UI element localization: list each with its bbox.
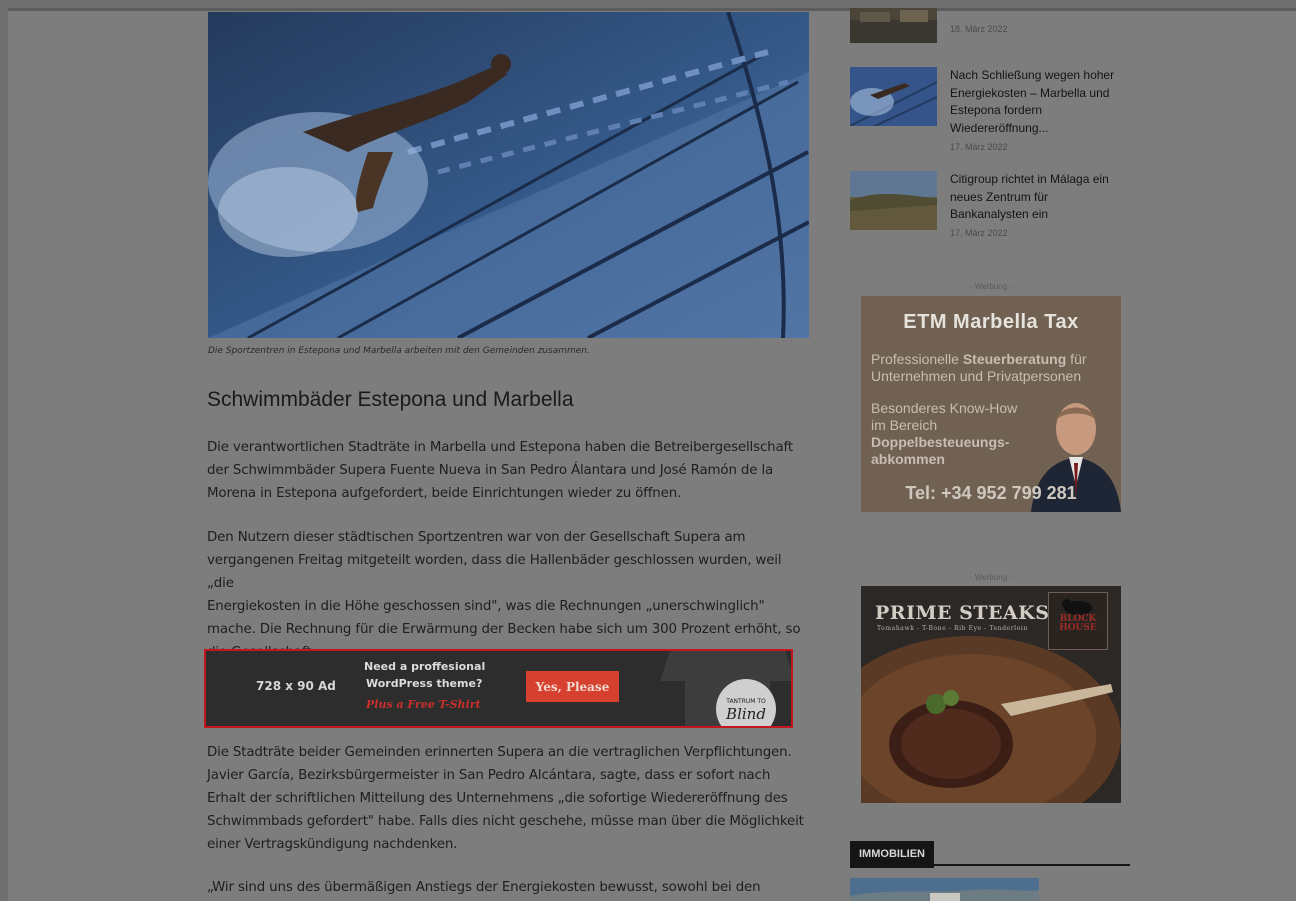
sidebar-thumbnail[interactable]	[850, 171, 937, 230]
etm-ad-line: Doppelbesteueungs-	[871, 434, 1010, 450]
tshirt-graphic: TANTRUM TO Blind	[660, 651, 791, 726]
sidebar-article-title[interactable]: Nach Schließung wegen hoher Energiekoste…	[950, 67, 1130, 137]
sidebar-article[interactable]: Nach Schließung wegen hoher Energiekoste…	[850, 67, 1140, 157]
article-paragraph: Die Stadträte beider Gemeinden erinnerte…	[207, 741, 812, 856]
ad-headline: Need a proffesional	[364, 660, 486, 673]
block-house-text: BLOCK HOUSE	[1059, 614, 1097, 633]
etm-ad-line: im Bereich	[871, 417, 938, 433]
paragraph-line: Die verantwortlichen Stadträte in Marbel…	[207, 440, 793, 455]
steaks-ad-title: PRIME STEAKS	[875, 602, 1050, 624]
etm-ad-line: Besonderes Know-How	[871, 400, 1018, 416]
sidebar-date: 17. März 2022	[950, 142, 1008, 152]
etm-ad-line: Professionelle Steuerberatung für	[871, 351, 1087, 367]
steaks-ad-subtitle: Tomahawk - T-Bone - Rib Eye - Tenderloin	[877, 625, 1028, 632]
sidebar-thumbnail[interactable]	[850, 67, 937, 126]
paragraph-line: Schwimmbads gefordert" habe. Falls dies …	[207, 814, 804, 829]
article-heading: Schwimmbäder Estepona und Marbella	[207, 388, 574, 411]
sidebar-article-title[interactable]: Citigroup richtet in Málaga ein neues Ze…	[950, 171, 1130, 224]
image-caption: Die Sportzentren in Estepona und Marbell…	[208, 346, 590, 356]
etm-ad-line: Unternehmen und Privatpersonen	[871, 368, 1082, 384]
sidebar-article[interactable]: Citigroup richtet in Málaga ein neues Ze…	[850, 171, 1140, 241]
paragraph-line: Erhalt der schriftlichen Mitteilung des …	[207, 791, 788, 806]
article-hero-image	[208, 12, 809, 338]
ad-banner[interactable]: 728 x 90 Ad Need a proffesional WordPres…	[204, 649, 793, 728]
etm-ad-title: ETM Marbella Tax	[903, 311, 1079, 333]
etm-ad-phone: Tel: +34 952 799 281	[905, 483, 1077, 503]
article-paragraph: „Wir sind uns des übermäßigen Anstiegs d…	[207, 876, 812, 899]
sidebar-thumbnail[interactable]	[850, 8, 937, 43]
block-house-logo: BLOCK HOUSE	[1048, 592, 1108, 650]
paragraph-line: Energiekosten in die Höhe geschossen sin…	[207, 599, 765, 614]
prime-steaks-ad[interactable]: PRIME STEAKS Tomahawk - T-Bone - Rib Eye…	[861, 586, 1121, 803]
etm-ad[interactable]: ETM Marbella Tax Professionelle Steuerbe…	[861, 296, 1121, 512]
paragraph-line: Morena in Estepona aufgefordert, beide E…	[207, 486, 682, 501]
article-paragraph: Den Nutzern dieser städtischen Sportzent…	[207, 526, 812, 664]
paragraph-line: „Wir sind uns des übermäßigen Anstiegs d…	[207, 880, 761, 895]
shirt-script: Blind	[725, 705, 766, 723]
ad-label: - Werbung -	[969, 282, 1013, 291]
paragraph-line: mache. Die Rechnung für die Erwärmung de…	[207, 622, 801, 637]
category-divider	[850, 864, 1130, 866]
paragraph-line: Den Nutzern dieser städtischen Sportzent…	[207, 530, 746, 545]
ad-size-label: 728 x 90 Ad	[256, 679, 336, 693]
page-overlay: Die Sportzentren in Estepona und Marbell…	[8, 8, 1296, 901]
sidebar-article[interactable]: 18. März 2022	[850, 8, 1140, 43]
paragraph-line: vergangenen Freitag mitgeteilt worden, d…	[207, 553, 782, 591]
shirt-text: TANTRUM TO	[725, 698, 766, 705]
etm-ad-line: abkommen	[871, 451, 945, 467]
paragraph-line: Javier García, Bezirksbürgermeister in S…	[207, 768, 771, 783]
ad-subheadline: WordPress theme?	[366, 677, 483, 690]
paragraph-line: der Schwimmbäder Supera Fuente Nueva in …	[207, 463, 774, 478]
paragraph-line: einer Vertragskündigung nachdenken.	[207, 837, 458, 852]
immobilien-thumbnail[interactable]	[850, 878, 1039, 901]
ad-label: - Werbung -	[969, 573, 1013, 582]
sidebar-date: 17. März 2022	[950, 228, 1008, 238]
ad-offer: Plus a Free T-Shirt	[366, 698, 481, 711]
ad-cta-button[interactable]: Yes, Please	[526, 671, 619, 702]
paragraph-line: Die Stadträte beider Gemeinden erinnerte…	[207, 745, 792, 760]
sidebar-date: 18. März 2022	[950, 24, 1008, 34]
article-paragraph: Die verantwortlichen Stadträte in Marbel…	[207, 436, 812, 505]
